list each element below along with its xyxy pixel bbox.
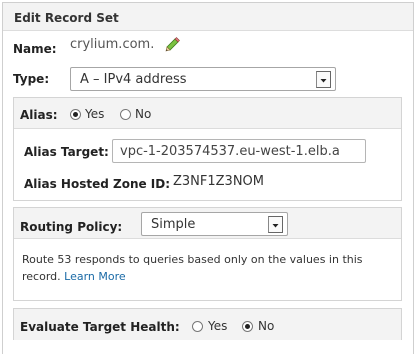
- health-section: Evaluate Target Health: Yes No: [13, 308, 402, 340]
- alias-yes-radio[interactable]: [70, 109, 81, 120]
- routing-description-block: Route 53 responds to queries based only …: [22, 251, 392, 285]
- alias-zone-value: Z3NF1Z3NOM: [173, 174, 264, 189]
- pencil-icon[interactable]: [163, 34, 181, 52]
- alias-target-input[interactable]: vpc-1-203574537.eu-west-1.elb.a: [112, 139, 366, 163]
- routing-label: Routing Policy:: [20, 220, 123, 234]
- edit-record-set-panel: Edit Record Set Name: crylium.com. Type:…: [2, 2, 414, 354]
- health-label: Evaluate Target Health:: [20, 320, 180, 334]
- type-select[interactable]: A – IPv4 address: [70, 67, 336, 91]
- health-yes-label[interactable]: Yes: [208, 319, 227, 333]
- dropdown-arrow-icon: [268, 216, 283, 233]
- name-value: crylium.com.: [70, 37, 155, 52]
- learn-more-link[interactable]: Learn More: [64, 270, 126, 283]
- alias-section: Alias: Yes No Alias Target: vpc-1-203574…: [13, 97, 402, 201]
- health-yes-radio[interactable]: [192, 321, 203, 332]
- alias-target-label: Alias Target:: [24, 145, 109, 159]
- routing-section-header: Routing Policy: Simple: [14, 208, 401, 239]
- health-no-radio[interactable]: [242, 321, 253, 332]
- dropdown-arrow-icon: [316, 71, 331, 88]
- alias-no-label[interactable]: No: [135, 107, 151, 121]
- alias-section-header: Alias: Yes No: [14, 98, 401, 129]
- health-no-label[interactable]: No: [258, 319, 274, 333]
- routing-select[interactable]: Simple: [141, 212, 288, 236]
- alias-yes-label[interactable]: Yes: [85, 107, 104, 121]
- alias-zone-label: Alias Hosted Zone ID:: [24, 177, 171, 191]
- alias-label: Alias:: [20, 108, 58, 122]
- panel-header: Edit Record Set: [3, 3, 413, 31]
- health-section-header: Evaluate Target Health: Yes No: [14, 309, 401, 340]
- type-label: Type:: [13, 72, 50, 86]
- type-select-value: A – IPv4 address: [80, 72, 187, 87]
- alias-no-radio[interactable]: [120, 109, 131, 120]
- alias-target-value: vpc-1-203574537.eu-west-1.elb.a: [120, 144, 340, 159]
- name-label: Name:: [13, 42, 57, 56]
- panel-title: Edit Record Set: [14, 11, 119, 25]
- routing-section: Routing Policy: Simple Route 53 responds…: [13, 207, 402, 301]
- routing-select-value: Simple: [151, 217, 196, 232]
